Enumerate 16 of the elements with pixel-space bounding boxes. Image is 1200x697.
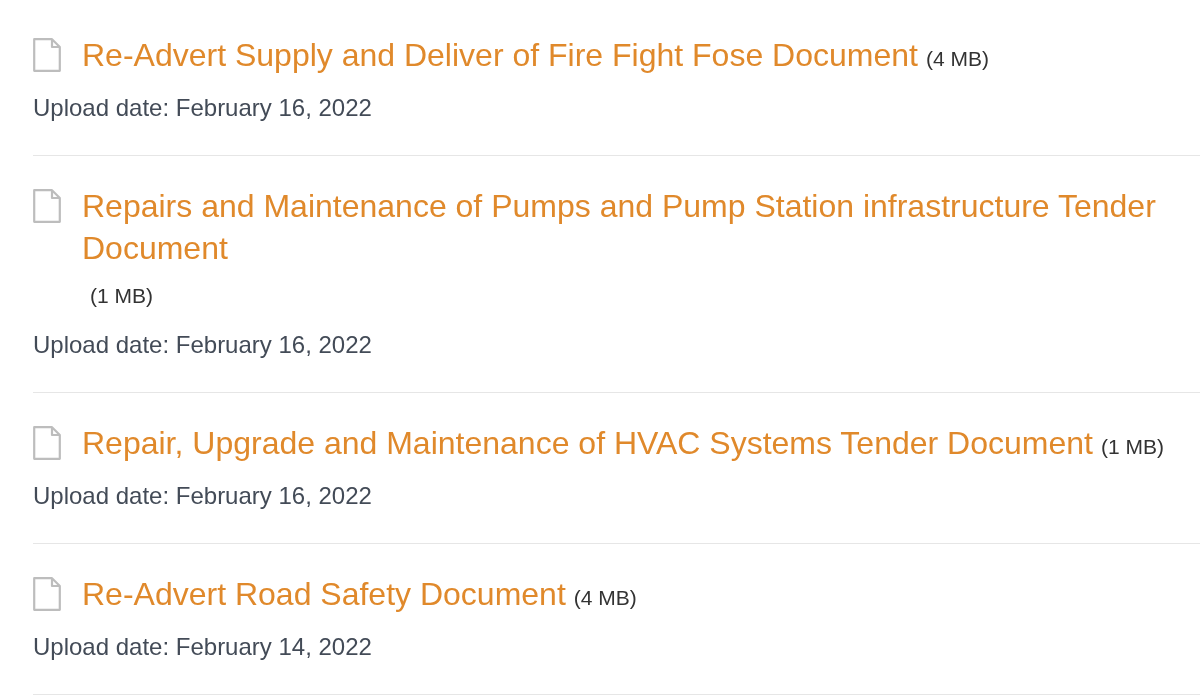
document-link[interactable]: Repair, Upgrade and Maintenance of HVAC Systems Tender Document	[82, 422, 1093, 464]
upload-date: Upload date: February 14, 2022	[33, 632, 373, 662]
file-icon	[33, 38, 61, 72]
document-link[interactable]: Re-Advert Supply and Deliver of Fire Fight Fose Document	[82, 34, 918, 76]
file-size: (1 MB)	[1100, 435, 1164, 458]
file-size: (1 MB)	[90, 284, 153, 307]
file-icon	[33, 577, 61, 611]
upload-date: Upload date: February 16, 2022	[33, 330, 373, 360]
file-icon	[33, 426, 61, 460]
upload-date: Upload date: February 16, 2022	[33, 481, 373, 511]
document-link[interactable]: Re-Advert Road Safety Document	[82, 573, 566, 615]
file-icon	[33, 189, 61, 223]
document-link[interactable]: Repairs and Maintenance of Pumps and Pump Station infrastructure Tender Document	[82, 185, 1200, 269]
file-size: (4 MB)	[573, 586, 637, 609]
upload-date: Upload date: February 16, 2022	[33, 93, 373, 123]
file-size: (4 MB)	[925, 47, 989, 70]
